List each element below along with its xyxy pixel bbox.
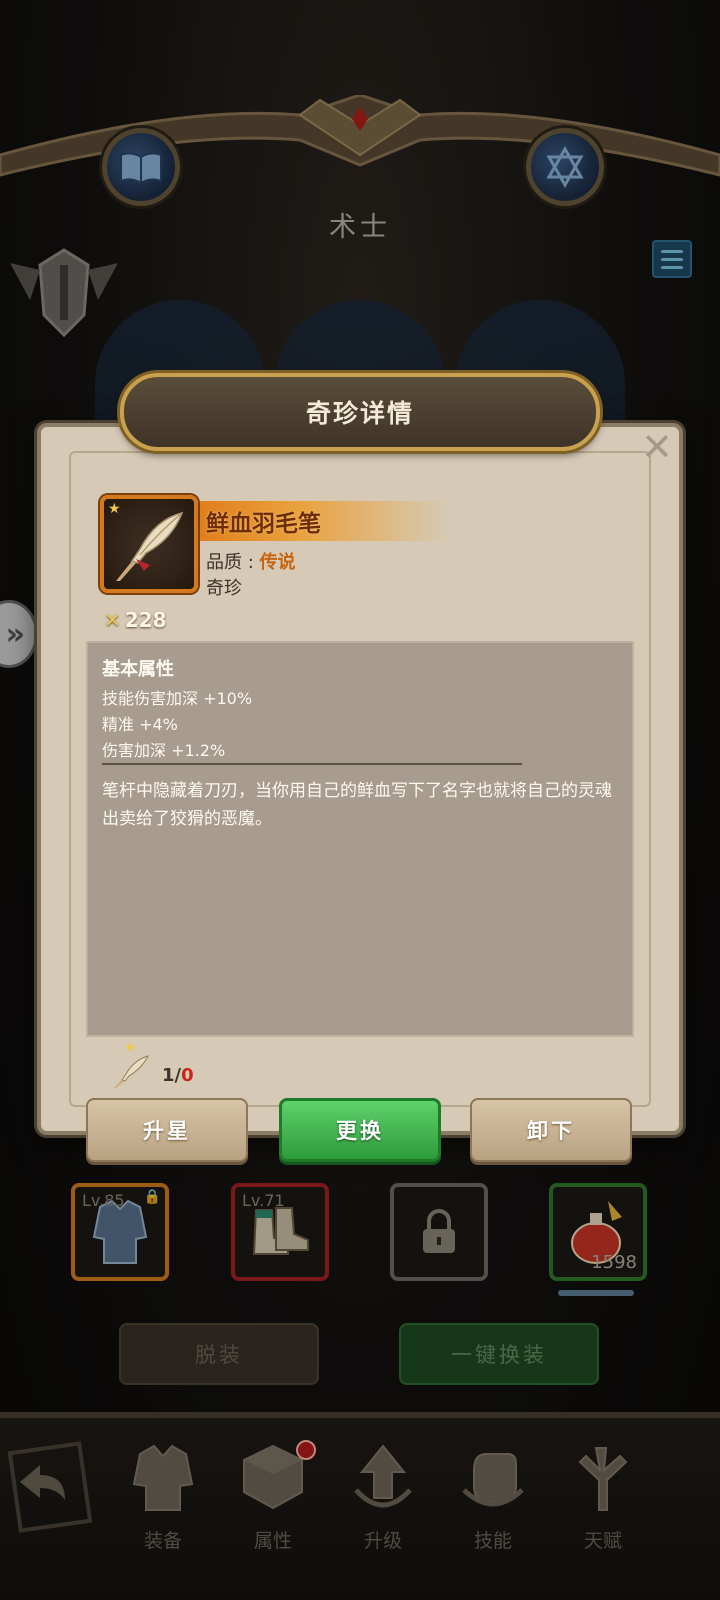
star-current: 1 (162, 1065, 175, 1086)
quill-pen-icon (114, 1055, 149, 1088)
unequip-button[interactable]: 卸下 (470, 1098, 632, 1162)
attribute-panel: 基本属性 技能伤害加深 +10% 精准 +4% 伤害加深 +1.2% 笔杆中隐藏… (86, 641, 634, 1037)
item-type: 奇珍 (206, 578, 242, 599)
item-name: 鲜血羽毛笔 (206, 511, 321, 537)
star-up-button[interactable]: 升星 (86, 1098, 248, 1162)
item-quality: 品质 : 传说 (206, 548, 296, 574)
power-value: 228 (124, 608, 167, 632)
quality-label: 品质 : (206, 552, 260, 573)
attributes-title: 基本属性 (102, 659, 174, 680)
modal-title: 奇珍详情 (305, 399, 414, 428)
quill-pen-icon (116, 511, 184, 581)
item-icon-frame: ★ (100, 495, 198, 593)
modal-header: 奇珍详情 (120, 373, 600, 451)
attribute-line: 技能伤害加深 +10% (102, 689, 253, 708)
star-max: 0 (181, 1065, 194, 1086)
divider (102, 763, 522, 765)
close-icon: ✕ (641, 425, 673, 469)
close-button[interactable]: ✕ (640, 428, 674, 466)
replace-button[interactable]: 更换 (279, 1098, 441, 1162)
star-count: 1/0 (162, 1065, 194, 1086)
crossed-swords-icon: ✕ (104, 608, 121, 632)
item-name-banner: 鲜血羽毛笔 (200, 501, 450, 541)
quality-value: 传说 (259, 552, 296, 573)
attribute-line: 精准 +4% (102, 715, 178, 734)
item-power: ✕ 228 (104, 608, 167, 632)
star-level: ★ 1/0 (112, 1040, 232, 1090)
attribute-line: 伤害加深 +1.2% (102, 741, 226, 760)
item-description: 笔杆中隐藏着刀刃，当你用自己的鲜血写下了名字也就将自己的灵魂出卖给了狡猾的恶魔。 (102, 781, 612, 829)
